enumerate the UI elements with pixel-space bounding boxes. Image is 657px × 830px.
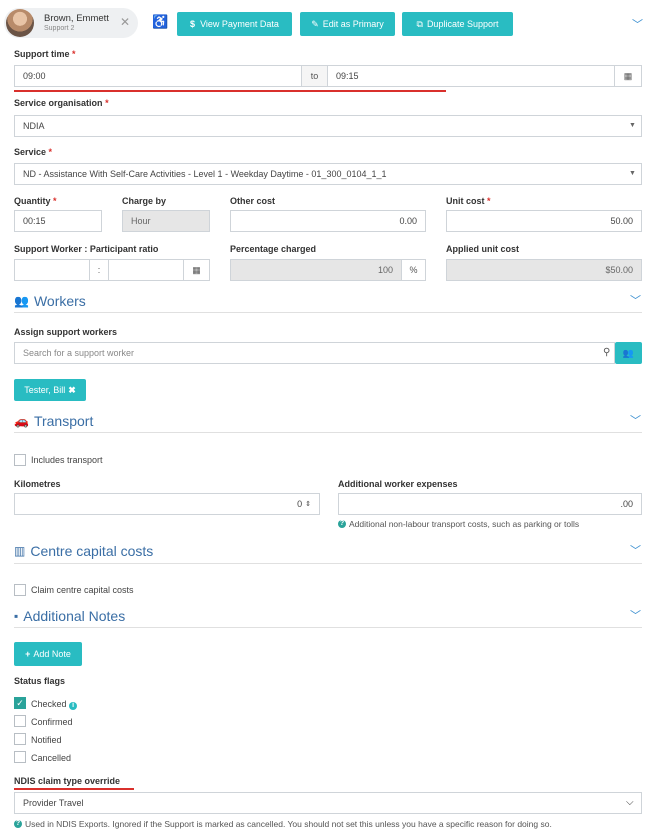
question-icon: ? (338, 520, 346, 528)
workers-title: 👥 Workers (14, 293, 86, 309)
calendar-icon[interactable]: ▦ (614, 65, 642, 87)
question-icon: ? (14, 820, 22, 828)
includes-transport-label: Includes transport (31, 455, 103, 465)
ratio-worker-input[interactable] (14, 259, 90, 281)
remove-icon[interactable]: ✕ (120, 15, 130, 29)
status-flags-label: Status flags (14, 676, 66, 686)
divider (14, 627, 642, 628)
flag-notified-label: Notified (31, 735, 62, 745)
pct-label: Percentage charged (230, 244, 317, 254)
worker-tag[interactable]: Tester, Bill ✖ (14, 379, 86, 401)
transport-chevron-icon[interactable]: ﹀ (630, 412, 641, 428)
dollar-icon: $ (190, 19, 196, 29)
chevron-down-icon: ⌵ (626, 797, 634, 808)
support-time-label: Support time * (14, 49, 76, 59)
user-icon: 👥 (622, 347, 635, 358)
person-chip[interactable]: Brown, Emmett Support 2 ✕ (4, 8, 138, 38)
remove-tag-icon[interactable]: ✖ (68, 385, 76, 396)
underline-mark (14, 90, 446, 92)
search-icon: ⚲ (603, 347, 611, 358)
divider (14, 432, 642, 433)
claim-centre-checkbox[interactable] (14, 584, 26, 596)
ndis-help: ? Used in NDIS Exports. Ignored if the Su… (14, 819, 552, 829)
edit-primary-button[interactable]: ✎ Edit as Primary (300, 12, 395, 36)
add-note-button[interactable]: + Add Note (14, 642, 82, 666)
flag-cancelled-label: Cancelled (31, 753, 72, 763)
includes-transport-checkbox[interactable] (14, 454, 26, 466)
notes-title: ▪ Additional Notes (14, 608, 126, 624)
unit-cost-input[interactable]: 50.00 (446, 210, 642, 232)
info-icon: i (69, 702, 78, 710)
building-icon: ▥ (14, 544, 26, 558)
end-time-input[interactable]: 09:15 (327, 65, 615, 87)
add-worker-button[interactable]: 👥 (615, 342, 642, 364)
divider (14, 312, 642, 313)
workers-chevron-icon[interactable]: ﹀ (630, 292, 641, 308)
car-icon: 🚗 (14, 414, 29, 428)
quantity-label: Quantity * (14, 196, 57, 206)
duplicate-button[interactable]: ⧉ Duplicate Support (402, 12, 513, 36)
pct-unit: % (401, 259, 426, 281)
service-org-select[interactable]: NDIA (14, 115, 642, 137)
worker-search-input[interactable]: Search for a support worker (14, 342, 615, 364)
pct-field: 100 (230, 259, 402, 281)
quantity-input[interactable]: 00:15 (14, 210, 102, 232)
ndis-select[interactable]: Provider Travel (14, 792, 642, 814)
flag-confirmed-label: Confirmed (31, 717, 73, 727)
start-time-input[interactable]: 09:00 (14, 65, 302, 87)
ratio-sep: : (89, 259, 109, 281)
users-icon: 👥 (14, 294, 29, 308)
cancelled-checkbox[interactable] (14, 751, 26, 763)
copy-icon: ⧉ (416, 18, 423, 29)
collapse-chevron-icon[interactable]: ﹀ (632, 16, 643, 32)
expenses-input[interactable]: .00 (338, 493, 642, 515)
notified-checkbox[interactable] (14, 733, 26, 745)
checked-checkbox[interactable]: ✓ (14, 697, 26, 709)
spinner-icon[interactable]: ⇕ (305, 500, 311, 508)
caret-down-icon: ▼ (629, 122, 636, 129)
wheelchair-icon: ♿ (152, 14, 169, 29)
transport-title: 🚗 Transport (14, 413, 94, 429)
applied-label: Applied unit cost (446, 244, 519, 254)
note-icon: ▪ (14, 609, 19, 623)
expenses-label: Additional worker expenses (338, 479, 458, 489)
to-addon: to (301, 65, 328, 87)
centre-title: ▥ Centre capital costs (14, 543, 154, 559)
caret-down-icon: ▼ (629, 170, 636, 177)
confirmed-checkbox[interactable] (14, 715, 26, 727)
ndis-underline-mark (14, 788, 134, 790)
calculator-icon[interactable]: ▦ (183, 259, 210, 281)
edit-icon: ✎ (311, 18, 319, 29)
unit-cost-label: Unit cost * (446, 196, 491, 206)
assign-label: Assign support workers (14, 327, 118, 337)
service-select[interactable]: ND - Assistance With Self-Care Activitie… (14, 163, 642, 185)
centre-chevron-icon[interactable]: ﹀ (630, 542, 641, 558)
other-cost-label: Other cost (230, 196, 276, 206)
plus-icon: + (25, 649, 31, 659)
ndis-label: NDIS claim type override (14, 776, 121, 786)
notes-chevron-icon[interactable]: ﹀ (630, 607, 641, 623)
flag-checked-label: Checked i (31, 699, 78, 710)
charge-by-field: Hour (122, 210, 210, 232)
charge-by-label: Charge by (122, 196, 167, 206)
applied-field: $50.00 (446, 259, 642, 281)
divider (14, 563, 642, 564)
expenses-help: ? Additional non-labour transport costs, … (338, 519, 580, 529)
ratio-participant-input[interactable] (108, 259, 184, 281)
view-payment-button[interactable]: $ View Payment Data (177, 12, 292, 36)
other-cost-input[interactable]: 0.00 (230, 210, 426, 232)
service-label: Service * (14, 147, 53, 157)
service-org-label: Service organisation * (14, 98, 109, 108)
avatar (6, 9, 34, 37)
km-input[interactable]: 0 ⇕ (14, 493, 320, 515)
person-name: Brown, Emmett (44, 13, 109, 24)
ratio-label: Support Worker : Participant ratio (14, 244, 159, 254)
km-label: Kilometres (14, 479, 61, 489)
person-sub: Support 2 (44, 25, 75, 32)
claim-centre-label: Claim centre capital costs (31, 585, 134, 595)
